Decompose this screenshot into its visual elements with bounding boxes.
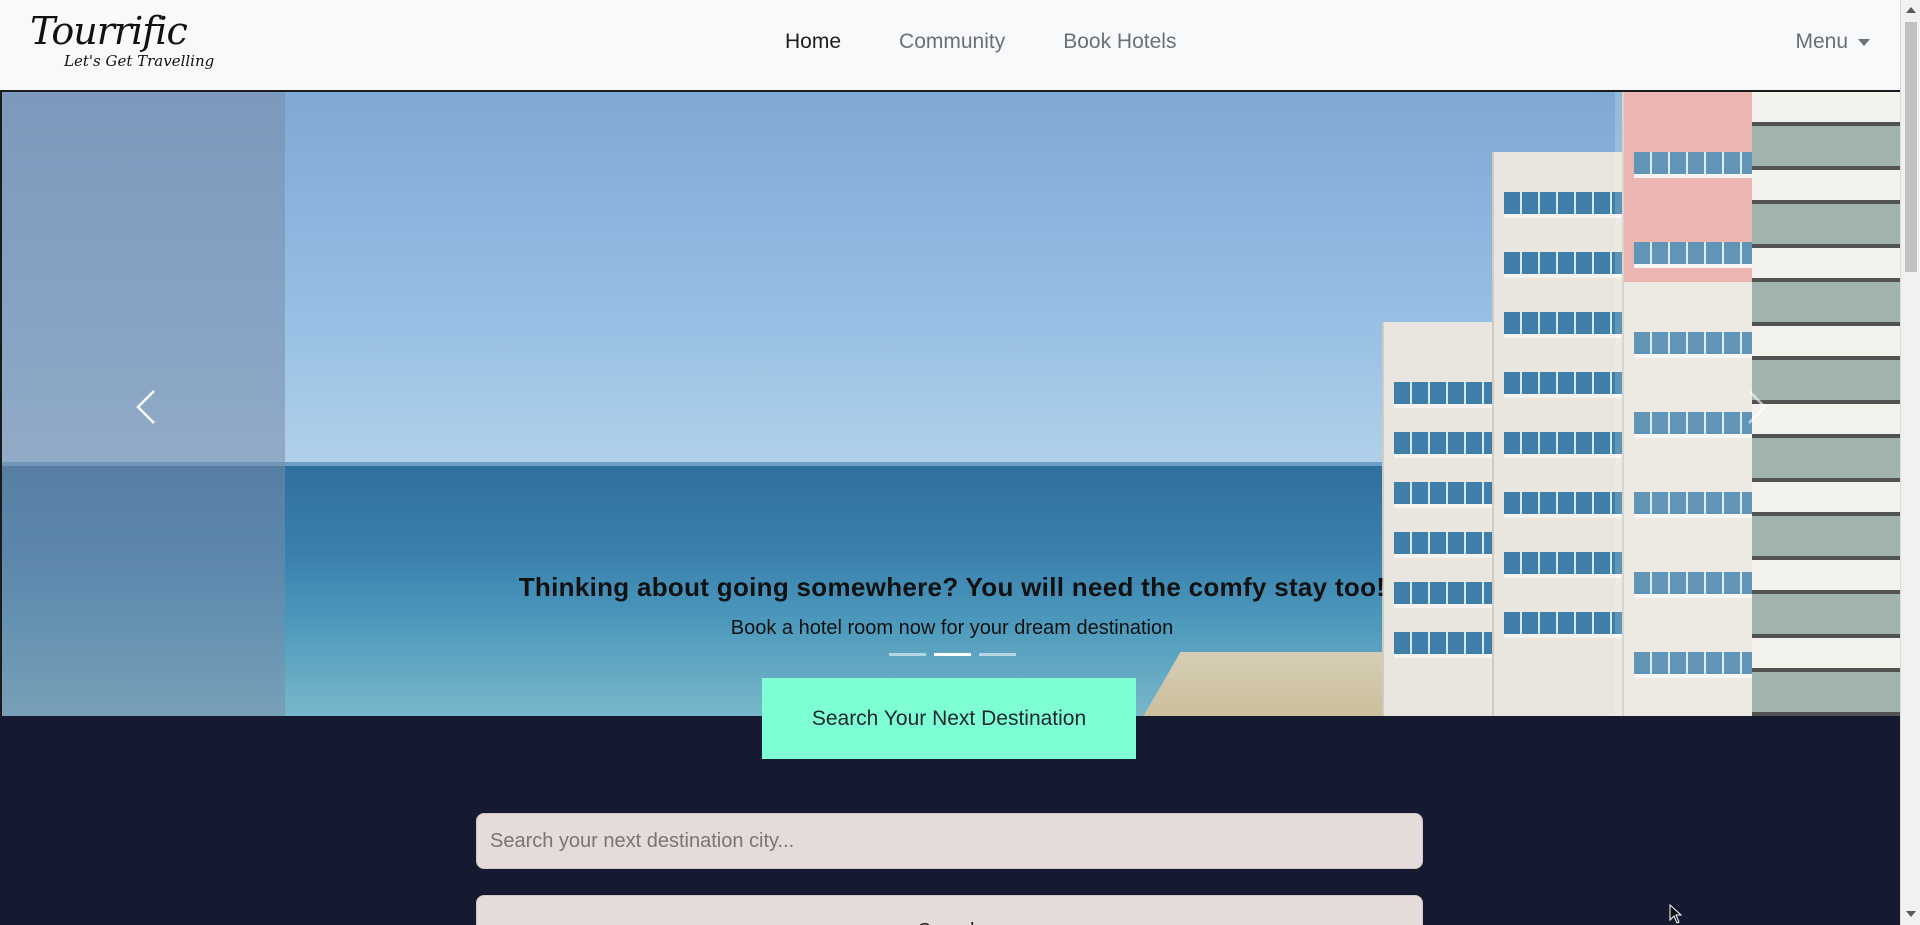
- destination-search-input[interactable]: [476, 813, 1423, 869]
- carousel-indicator-1[interactable]: [888, 653, 926, 656]
- page-scrollbar[interactable]: [1900, 0, 1920, 925]
- nav-link-book-hotels[interactable]: Book Hotels: [1063, 30, 1176, 54]
- carousel-next-button[interactable]: [1737, 382, 1777, 432]
- brand-title: Tourrific: [30, 9, 188, 53]
- carousel-prev-button[interactable]: [126, 382, 166, 432]
- search-button[interactable]: Search: [476, 895, 1423, 925]
- nav-link-community[interactable]: Community: [899, 30, 1005, 54]
- menu-label: Menu: [1795, 30, 1848, 53]
- brand-tagline: Let's Get Travelling: [64, 52, 215, 70]
- hero-carousel: Thinking about going somewhere? You will…: [0, 92, 1900, 716]
- caption-text: Book a hotel room now for your dream des…: [730, 617, 1174, 639]
- carousel-indicator-2[interactable]: [933, 653, 971, 656]
- building: [1382, 322, 1502, 716]
- nav-link-home[interactable]: Home: [785, 30, 841, 54]
- carousel-indicator-3[interactable]: [978, 653, 1016, 656]
- chevron-left-icon: [136, 390, 155, 424]
- brand-logo[interactable]: Tourrific Let's Get Travelling: [30, 6, 214, 70]
- scroll-down-arrow-icon[interactable]: [1906, 911, 1916, 917]
- caret-down-icon: [1858, 38, 1870, 46]
- carousel-indicators: [2, 653, 1900, 656]
- search-destination-button[interactable]: Search Your Next Destination: [762, 678, 1136, 759]
- mouse-cursor-icon: [1669, 904, 1683, 924]
- caption-title: Thinking about going somewhere? You will…: [518, 572, 1386, 602]
- carousel-caption: Thinking about going somewhere? You will…: [2, 572, 1900, 640]
- scrollbar-thumb[interactable]: [1905, 22, 1917, 272]
- scroll-up-arrow-icon[interactable]: [1906, 7, 1916, 13]
- main-nav: Home Community Book Hotels: [785, 30, 1176, 54]
- navbar: Tourrific Let's Get Travelling Home Comm…: [0, 0, 1900, 92]
- menu-dropdown[interactable]: Menu: [1795, 30, 1870, 54]
- chevron-right-icon: [1748, 390, 1767, 424]
